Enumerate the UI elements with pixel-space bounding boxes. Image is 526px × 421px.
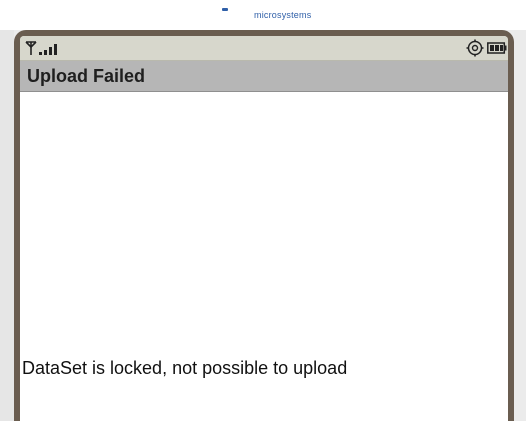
phone-screen: Upload Failed DataSet is locked, not pos… [20, 36, 508, 421]
settings-icon [466, 39, 484, 57]
screen-title: Upload Failed [27, 65, 146, 86]
right-margin [514, 30, 526, 421]
signal-strength-icon [25, 41, 57, 55]
left-margin [0, 30, 14, 421]
error-message: DataSet is locked, not possible to uploa… [22, 358, 348, 378]
brand-text: microsystems [254, 10, 312, 20]
status-bar [20, 36, 508, 61]
brand-header: microsystems [0, 0, 526, 30]
brand-logo-mark [222, 8, 228, 11]
antenna-icon [25, 41, 37, 55]
battery-icon [487, 42, 507, 54]
signal-bars-icon [39, 44, 57, 55]
title-bar: Upload Failed [20, 61, 508, 92]
